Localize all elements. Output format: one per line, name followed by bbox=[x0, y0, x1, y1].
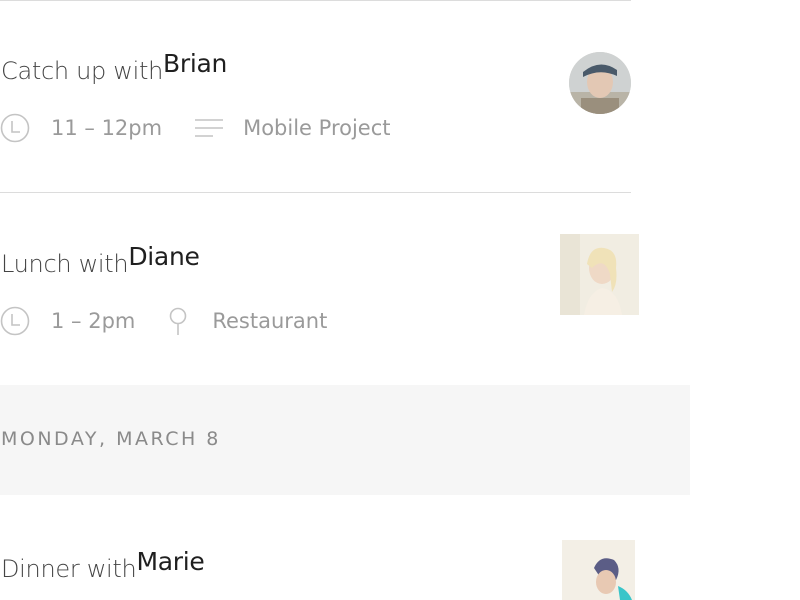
clock-icon bbox=[0, 306, 30, 336]
event-time: 1 – 2pm bbox=[51, 309, 136, 333]
avatar-marie bbox=[562, 540, 635, 600]
event-title: Catch up withBrian bbox=[1, 49, 227, 85]
event-meta: 11 – 12pm Mobile Project bbox=[0, 113, 391, 143]
event-title: Dinner withMarie bbox=[1, 547, 205, 583]
event-person-name: Brian bbox=[163, 49, 228, 78]
event-title-prefix: Catch up with bbox=[1, 57, 164, 85]
divider bbox=[0, 0, 631, 1]
day-header-label: MONDAY, MARCH 8 bbox=[1, 428, 221, 450]
location-pin-icon bbox=[163, 306, 193, 336]
event-title: Lunch withDiane bbox=[1, 242, 200, 278]
event-title-prefix: Lunch with bbox=[1, 250, 129, 278]
event-meta: 1 – 2pm Restaurant bbox=[0, 306, 327, 336]
event-time: 11 – 12pm bbox=[51, 116, 163, 140]
event-person-name: Marie bbox=[136, 547, 205, 576]
event-detail: Mobile Project bbox=[243, 116, 391, 140]
agenda-list: Catch up withBrian 11 – 12pm Mobile Proj… bbox=[0, 0, 800, 600]
event-person-name: Diane bbox=[128, 242, 200, 271]
day-header: MONDAY, MARCH 8 bbox=[0, 385, 690, 495]
event-title-prefix: Dinner with bbox=[1, 555, 137, 583]
event-item-diane[interactable]: Lunch withDiane 1 – 2pm Restaurant bbox=[0, 193, 690, 385]
event-item-marie[interactable]: Dinner withMarie bbox=[0, 495, 690, 600]
description-icon bbox=[194, 113, 224, 143]
event-detail: Restaurant bbox=[212, 309, 328, 333]
clock-icon bbox=[0, 113, 30, 143]
event-item-brian[interactable]: Catch up withBrian 11 – 12pm Mobile Proj… bbox=[0, 40, 690, 192]
avatar-brian bbox=[569, 52, 631, 114]
avatar-diane bbox=[560, 234, 639, 315]
